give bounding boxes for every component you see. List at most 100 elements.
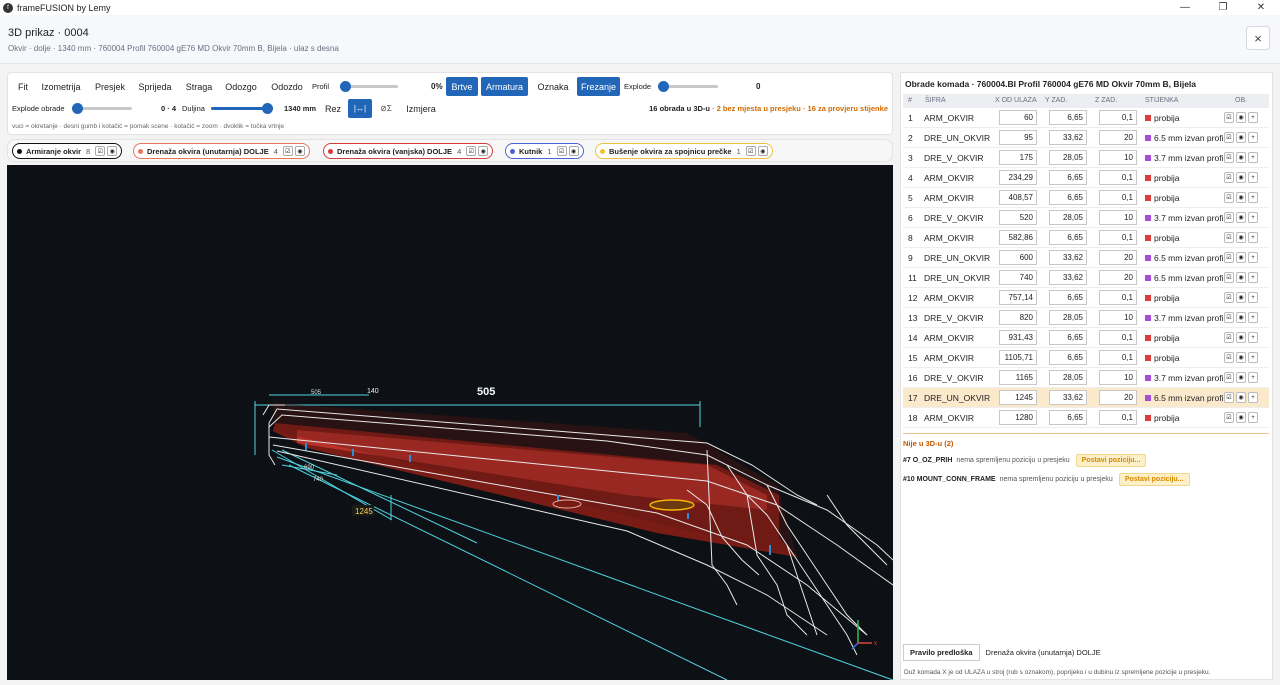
checkbox-icon[interactable]: ☑ [1224, 252, 1234, 263]
chip-kutnik[interactable]: Kutnik 1 ☑ ◉ [505, 143, 584, 159]
checkbox-icon[interactable]: ☑ [1224, 192, 1234, 203]
z-input[interactable]: 20 [1099, 130, 1137, 145]
checkbox-icon[interactable]: ☑ [466, 146, 477, 156]
checkbox-icon[interactable]: ☑ [1224, 132, 1234, 143]
eye-icon[interactable]: ◉ [1236, 292, 1246, 303]
eye-icon[interactable]: ◉ [568, 146, 579, 156]
checkbox-icon[interactable]: ☑ [1224, 412, 1234, 423]
chip-armiranje[interactable]: Armiranje okvir 8 ☑ ◉ [12, 143, 123, 159]
z-input[interactable]: 0,1 [1099, 330, 1137, 345]
z-input[interactable]: 10 [1099, 370, 1137, 385]
y-input[interactable]: 28,05 [1049, 210, 1087, 225]
explode-slider[interactable] [658, 81, 718, 92]
table-row[interactable]: 17 DRE_UN_OKVIR 1245 33,62 20 6.5 mm izvan pr… [903, 388, 1269, 408]
oznaka-toggle[interactable]: Oznaka [534, 77, 572, 96]
chip-busenje[interactable]: Bušenje okvira za spojnicu prečke 1 ☑ ◉ [595, 143, 773, 159]
x-input[interactable]: 234,29 [999, 170, 1037, 185]
profil-slider[interactable] [340, 81, 398, 92]
checkbox-icon[interactable]: ☑ [1224, 392, 1234, 403]
z-input[interactable]: 10 [1099, 210, 1137, 225]
table-row[interactable]: 11 DRE_UN_OKVIR 740 33,62 20 6.5 mm izvan pro… [903, 268, 1269, 288]
checkbox-icon[interactable]: ☑ [1224, 372, 1234, 383]
x-input[interactable]: 931,43 [999, 330, 1037, 345]
z-input[interactable]: 20 [1099, 250, 1137, 265]
checkbox-icon[interactable]: ☑ [1224, 312, 1234, 323]
table-row[interactable]: 13 DRE_V_OKVIR 820 28,05 10 3.7 mm izvan prof… [903, 308, 1269, 328]
eye-icon[interactable]: ◉ [1236, 312, 1246, 323]
x-input[interactable]: 1245 [999, 390, 1037, 405]
add-icon[interactable]: + [1248, 132, 1258, 143]
z-input[interactable]: 10 [1099, 150, 1137, 165]
x-input[interactable]: 1105,71 [999, 350, 1037, 365]
armatura-toggle[interactable]: Armatura [481, 77, 528, 96]
z-input[interactable]: 0,1 [1099, 190, 1137, 205]
table-row[interactable]: 9 DRE_UN_OKVIR 600 33,62 20 6.5 mm izvan prof… [903, 248, 1269, 268]
y-input[interactable]: 33,62 [1049, 390, 1087, 405]
y-input[interactable]: 33,62 [1049, 250, 1087, 265]
y-input[interactable]: 6,65 [1049, 290, 1087, 305]
explode-obrade-slider[interactable] [72, 103, 132, 114]
eye-icon[interactable]: ◉ [1236, 372, 1246, 383]
eye-icon[interactable]: ◉ [1236, 132, 1246, 143]
close-dialog-button[interactable]: × [1246, 26, 1270, 50]
x-input[interactable]: 1280 [999, 410, 1037, 425]
3d-scene[interactable]: 505 140 505 1245 690 740 x [7, 165, 893, 680]
eye-icon[interactable]: ◉ [1236, 352, 1246, 363]
add-icon[interactable]: + [1248, 152, 1258, 163]
checkbox-icon[interactable]: ☑ [282, 146, 293, 156]
add-icon[interactable]: + [1248, 332, 1258, 343]
add-icon[interactable]: + [1248, 292, 1258, 303]
checkbox-icon[interactable]: ☑ [1224, 352, 1234, 363]
duljina-slider[interactable] [211, 103, 273, 114]
table-row[interactable]: 6 DRE_V_OKVIR 520 28,05 10 3.7 mm izvan profi… [903, 208, 1269, 228]
y-input[interactable]: 6,65 [1049, 330, 1087, 345]
z-input[interactable]: 0,1 [1099, 350, 1137, 365]
eye-icon[interactable]: ◉ [1236, 212, 1246, 223]
eye-icon[interactable]: ◉ [1236, 332, 1246, 343]
z-input[interactable]: 0,1 [1099, 230, 1137, 245]
eye-icon[interactable]: ◉ [1236, 232, 1246, 243]
table-row[interactable]: 1 ARM_OKVIR 60 6,65 0,1 probija ☑ ◉ + [903, 108, 1269, 128]
eye-icon[interactable]: ◉ [107, 146, 118, 156]
checkbox-icon[interactable]: ☑ [1224, 232, 1234, 243]
x-input[interactable]: 60 [999, 110, 1037, 125]
x-input[interactable]: 740 [999, 270, 1037, 285]
set-position-button[interactable]: Postavi poziciju... [1075, 454, 1147, 467]
x-input[interactable]: 757,14 [999, 290, 1037, 305]
3d-viewport[interactable]: 505 140 505 1245 690 740 x [7, 165, 893, 680]
table-row[interactable]: 8 ARM_OKVIR 582,86 6,65 0,1 probija ☑ ◉ + [903, 228, 1269, 248]
view-fit-button[interactable]: Fit [14, 77, 32, 96]
frezanje-toggle[interactable]: Frezanje [577, 77, 620, 96]
checkbox-icon[interactable]: ☑ [1224, 332, 1234, 343]
table-row[interactable]: 14 ARM_OKVIR 931,43 6,65 0,1 probija ☑ ◉ + [903, 328, 1269, 348]
symmetry-toggle-button[interactable]: ⊘Σ [378, 99, 394, 118]
table-row[interactable]: 15 ARM_OKVIR 1105,71 6,65 0,1 probija ☑ ◉ + [903, 348, 1269, 368]
y-input[interactable]: 6,65 [1049, 190, 1087, 205]
checkbox-icon[interactable]: ☑ [95, 146, 106, 156]
y-input[interactable]: 6,65 [1049, 410, 1087, 425]
eye-icon[interactable]: ◉ [1236, 412, 1246, 423]
checkbox-icon[interactable]: ☑ [1224, 292, 1234, 303]
y-input[interactable]: 28,05 [1049, 370, 1087, 385]
view-top-button[interactable]: Odozgo [222, 77, 260, 96]
eye-icon[interactable]: ◉ [1236, 112, 1246, 123]
x-input[interactable]: 1165 [999, 370, 1037, 385]
checkbox-icon[interactable]: ☑ [1224, 272, 1234, 283]
table-row[interactable]: 4 ARM_OKVIR 234,29 6,65 0,1 probija ☑ ◉ + [903, 168, 1269, 188]
eye-icon[interactable]: ◉ [1236, 192, 1246, 203]
eye-icon[interactable]: ◉ [1236, 172, 1246, 183]
checkbox-icon[interactable]: ☑ [1224, 172, 1234, 183]
table-row[interactable]: 12 ARM_OKVIR 757,14 6,65 0,1 probija ☑ ◉ + [903, 288, 1269, 308]
checkbox-icon[interactable]: ☑ [556, 146, 567, 156]
y-input[interactable]: 28,05 [1049, 310, 1087, 325]
eye-icon[interactable]: ◉ [1236, 272, 1246, 283]
x-input[interactable]: 175 [999, 150, 1037, 165]
x-input[interactable]: 820 [999, 310, 1037, 325]
eye-icon[interactable]: ◉ [294, 146, 305, 156]
view-back-button[interactable]: Straga [182, 77, 216, 96]
y-input[interactable]: 6,65 [1049, 110, 1087, 125]
chip-drenaza-unutarnja[interactable]: Drenaža okvira (unutarnja) DOLJE 4 ☑ ◉ [133, 143, 310, 159]
add-icon[interactable]: + [1248, 112, 1258, 123]
add-icon[interactable]: + [1248, 212, 1258, 223]
y-input[interactable]: 28,05 [1049, 150, 1087, 165]
